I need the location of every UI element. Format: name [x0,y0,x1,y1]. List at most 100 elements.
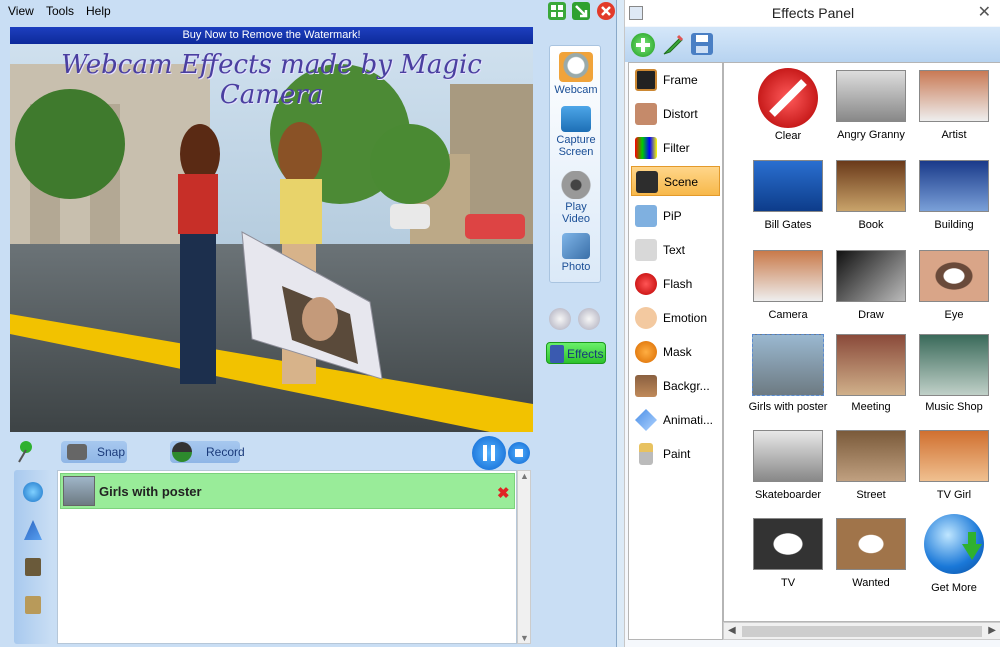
record-label: Record [206,445,245,459]
stop-icon[interactable] [508,442,530,464]
effect-tv[interactable]: TV [747,518,829,589]
capture-screen-button[interactable]: Capture Screen [550,106,602,158]
effect-girls-with-poster[interactable]: Girls with poster [747,334,829,413]
video-preview: Webcam Effects made by Magic Camera [10,44,533,432]
pumpkin-icon [635,341,657,363]
effect-draw[interactable]: Draw [830,250,912,321]
background-icon [635,375,657,397]
emotion-icon [635,307,657,329]
effect-clear[interactable]: Clear [747,68,829,142]
effect-history-list: Girls with poster ✖ [57,470,517,644]
add-icon[interactable] [631,33,655,57]
pause-icon[interactable] [472,436,506,470]
magic-hat-icon [550,345,564,363]
minimize-arrow-icon[interactable] [572,2,590,20]
effects-toggle-label: Effects [567,347,604,361]
scrollbar-thumb[interactable] [742,626,982,637]
video-overlay-title: Webcam Effects made by Magic Camera [61,50,482,110]
category-frame[interactable]: Frame [631,65,720,95]
effect-tv-girl[interactable]: TV Girl [913,430,995,501]
text-icon [635,239,657,261]
effect-wanted[interactable]: Wanted [830,518,912,589]
snap-label: Snap [97,445,126,459]
panel-app-icon [629,6,643,20]
list-item-label: Girls with poster [99,484,202,499]
effect-angry-granny[interactable]: Angry Granny [830,70,912,141]
category-text[interactable]: Text [631,235,720,265]
category-scene[interactable]: Scene [631,166,720,196]
record-button[interactable]: Record [170,441,245,463]
clear-icon [758,68,818,128]
paint-brush-icon [639,443,653,465]
category-pip[interactable]: PiP [631,201,720,231]
edit-pencil-icon[interactable] [661,33,685,57]
pin-icon[interactable] [14,440,34,464]
effects-grid: Clear Angry Granny Artist Bill Gates Boo… [723,62,1000,622]
picture-icon[interactable] [25,596,41,614]
frame-icon [635,69,657,91]
list-item[interactable]: Girls with poster ✖ [60,473,515,509]
list-side-toolbar [14,470,52,644]
effect-meeting[interactable]: Meeting [830,334,912,413]
effect-book[interactable]: Book [830,160,912,231]
film-reel-icon [561,171,591,199]
category-animation[interactable]: Animati... [631,405,720,435]
screen-label: Screen [558,146,594,158]
menu-help[interactable]: Help [86,4,111,18]
category-emotion[interactable]: Emotion [631,303,720,333]
snap-button[interactable]: Snap [61,441,127,463]
watermark-banner[interactable]: Buy Now to Remove the Watermark! [10,27,533,44]
flash-icon [635,273,657,295]
effect-eye[interactable]: Eye [913,250,995,321]
list-item-thumbnail [63,476,95,506]
grid-icon[interactable] [548,2,566,20]
effect-skateboarder[interactable]: Skateboarder [747,430,829,501]
panel-title: Effects Panel ✕ [625,0,1000,26]
save-icon[interactable] [691,33,713,55]
effect-camera[interactable]: Camera [747,250,829,321]
capture-toolbar: Snap Record [0,436,617,470]
video-label: Video [562,213,590,225]
distort-icon [635,103,657,125]
effects-grid-scrollbar[interactable]: ◀ ▶ [723,622,1000,640]
capture-label: Capture [556,134,596,146]
menu-tools[interactable]: Tools [46,4,74,18]
effect-get-more[interactable]: Get More [913,514,995,594]
webcam-icon [559,52,593,82]
effect-bill-gates[interactable]: Bill Gates [747,160,829,231]
split-view-icon[interactable] [549,308,571,330]
play-label: Play [565,201,587,213]
delete-icon[interactable]: ✖ [497,484,510,502]
source-panel: Webcam Capture Screen Play Video Photo [549,45,601,283]
main-window: View Tools Help Buy Now to Remove the Wa… [0,0,617,647]
play-video-button[interactable]: Play Video [550,171,602,225]
category-mask[interactable]: Mask [631,337,720,367]
butterfly-icon [635,409,657,431]
category-distort[interactable]: Distort [631,99,720,129]
panel-close-icon[interactable]: ✕ [978,0,991,26]
menu-view[interactable]: View [8,4,34,18]
effect-street[interactable]: Street [830,430,912,501]
photo-button[interactable]: Photo [550,233,602,273]
webcam-label: Webcam [554,84,598,96]
effect-music-shop[interactable]: Music Shop [913,334,995,413]
info-icon[interactable] [23,482,43,502]
monitor-icon [561,106,591,132]
menu-bar: View Tools Help [0,0,617,22]
filter-icon [635,137,657,159]
effect-building[interactable]: Building [913,160,995,231]
category-filter[interactable]: Filter [631,133,720,163]
effects-toggle-button[interactable]: Effects [546,342,606,364]
effects-panel: Effects Panel ✕ Frame Distort Filter Sce… [624,0,1000,647]
close-icon[interactable] [597,2,615,20]
category-flash[interactable]: Flash [631,269,720,299]
effect-artist[interactable]: Artist [913,70,995,141]
wizard-hat-icon[interactable] [24,520,42,540]
film-icon[interactable] [25,558,41,576]
list-scrollbar[interactable]: ▲ ▼ [517,470,531,644]
webcam-button[interactable]: Webcam [550,52,602,96]
photo-icon [562,233,590,259]
flip-icon[interactable] [578,308,600,330]
category-paint[interactable]: Paint [631,439,720,469]
category-background[interactable]: Backgr... [631,371,720,401]
